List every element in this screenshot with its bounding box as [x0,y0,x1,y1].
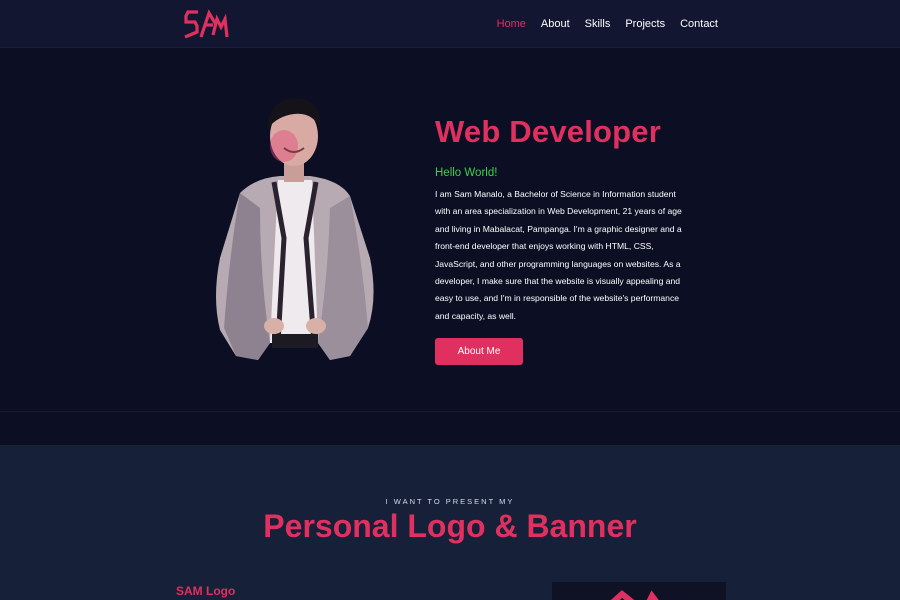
sam-logo-label: SAM Logo [176,584,236,598]
navbar: Home About Skills Projects Contact [0,0,900,48]
section-kicker: I WANT TO PRESENT MY [385,497,515,506]
logo-banner-section: I WANT TO PRESENT MY Personal Logo & Ban… [0,445,900,600]
profile-photo [216,98,374,360]
section-divider [0,412,900,445]
nav-links: Home About Skills Projects Contact [482,0,718,48]
nav-link-home[interactable]: Home [497,18,526,30]
logo-preview-graphic-icon [610,590,659,600]
hero-section: Web Developer Hello World! I am Sam Mana… [0,48,900,412]
nav-link-projects[interactable]: Projects [625,18,665,30]
about-me-button[interactable]: About Me [435,338,523,365]
sam-logo-icon[interactable] [183,7,229,41]
nav-link-skills[interactable]: Skills [585,18,611,30]
hero-bio: I am Sam Manalo, a Bachelor of Science i… [435,189,682,321]
nav-link-about[interactable]: About [541,18,570,30]
hero-greeting: Hello World! [435,167,498,179]
section-title: Personal Logo & Banner [263,508,637,544]
nav-link-contact[interactable]: Contact [680,18,718,30]
hero-title: Web Developer [435,114,661,149]
logo-preview-image [552,582,726,600]
